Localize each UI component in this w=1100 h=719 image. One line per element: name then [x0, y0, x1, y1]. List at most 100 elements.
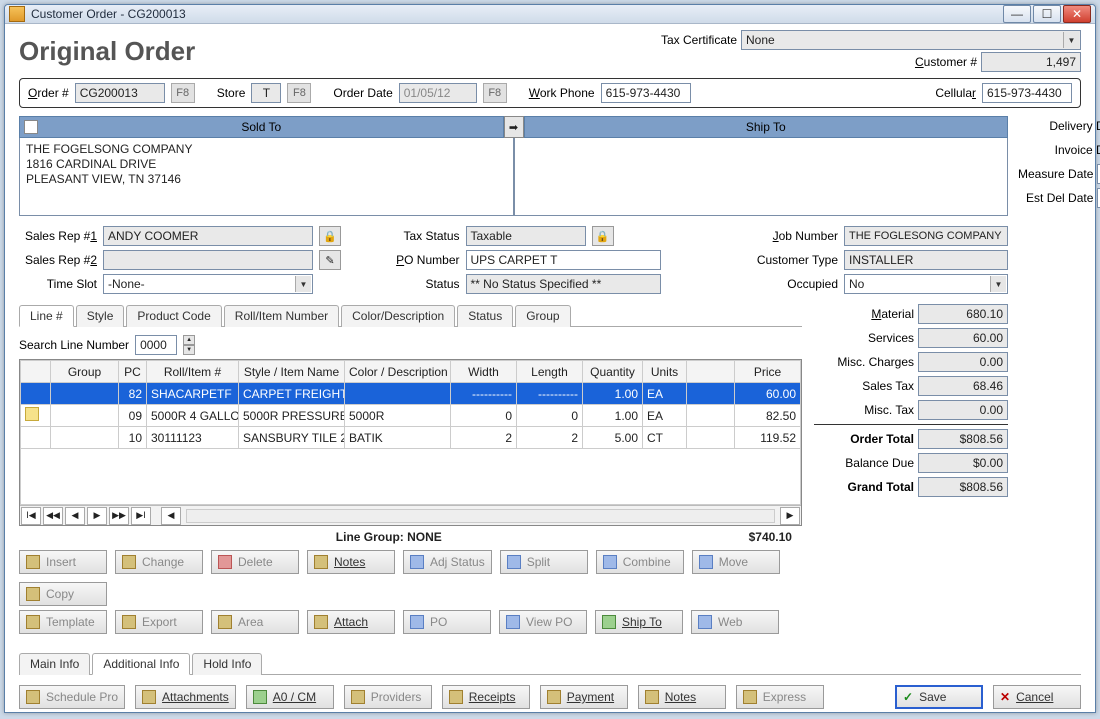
a0-cm-button[interactable]: A0 / CM	[246, 685, 334, 709]
col-group[interactable]: Group	[51, 361, 119, 383]
area-button[interactable]: Area	[211, 610, 299, 634]
copy-button[interactable]: Copy	[19, 582, 107, 606]
search-line-spinner[interactable]: ▲▼	[183, 335, 195, 355]
save-button[interactable]: ✓Save	[895, 685, 983, 709]
nav-last[interactable]: ▶I	[131, 507, 151, 525]
sales-rep2-field[interactable]	[103, 250, 313, 270]
adj-status-button[interactable]: Adj Status	[403, 550, 492, 574]
col-style[interactable]: Style / Item Name	[239, 361, 345, 383]
col-rollitem[interactable]: Roll/Item #	[147, 361, 239, 383]
nav-prev-page[interactable]: ◀◀	[43, 507, 63, 525]
move-button[interactable]: Move	[692, 550, 780, 574]
work-phone-field[interactable]: 615-973-4430	[601, 83, 691, 103]
combine-button[interactable]: Combine	[596, 550, 684, 574]
split-button[interactable]: Split	[500, 550, 588, 574]
col-note[interactable]	[21, 361, 51, 383]
schedule-pro-button[interactable]: Schedule Pro	[19, 685, 125, 709]
providers-button[interactable]: Providers	[344, 685, 432, 709]
tab-hold-info[interactable]: Hold Info	[192, 653, 262, 675]
insert-button[interactable]: Insert	[19, 550, 107, 574]
store-f8[interactable]: F8	[287, 83, 311, 103]
export-button[interactable]: Export	[115, 610, 203, 634]
minimize-button[interactable]: —	[1003, 5, 1031, 23]
po-button[interactable]: PO	[403, 610, 491, 634]
col-qty[interactable]: Quantity	[583, 361, 643, 383]
timeslot-select[interactable]: -None- ▼	[103, 274, 313, 294]
titlebar: Customer Order - CG200013 — ☐ ✕	[5, 5, 1095, 24]
tax-cert-select[interactable]: None ▼	[741, 30, 1081, 50]
cancel-button[interactable]: ✕Cancel	[993, 685, 1081, 709]
attachments-button[interactable]: Attachments	[135, 685, 236, 709]
po-number-field[interactable]: UPS CARPET T	[466, 250, 661, 270]
cellular-field[interactable]: 615-973-4430	[982, 83, 1072, 103]
sales-rep1-label: Sales Rep #1	[19, 229, 97, 243]
line-items-grid[interactable]: Group PC Roll/Item # Style / Item Name C…	[19, 359, 802, 526]
sales-rep2-edit-icon[interactable]: ✎	[319, 250, 341, 270]
close-button[interactable]: ✕	[1063, 5, 1091, 23]
chevron-down-icon[interactable]: ▼	[1063, 32, 1079, 48]
order-num-field[interactable]: CG200013	[75, 83, 165, 103]
notes-button[interactable]: Notes	[307, 550, 395, 574]
sold-to-text[interactable]: THE FOGELSONG COMPANY 1816 CARDINAL DRIV…	[19, 138, 514, 216]
view-po-button[interactable]: View PO	[499, 610, 587, 634]
work-phone-label: Work Phone	[529, 86, 595, 100]
store-field[interactable]: T	[251, 83, 281, 103]
receipts-button[interactable]: Receipts	[442, 685, 530, 709]
col-price[interactable]: Price	[735, 361, 801, 383]
tab-additional-info[interactable]: Additional Info	[92, 653, 190, 675]
sales-rep2-label: Sales Rep #2	[19, 253, 97, 267]
web-button[interactable]: Web	[691, 610, 779, 634]
occupied-select[interactable]: No ▼	[844, 274, 1008, 294]
col-width[interactable]: Width	[451, 361, 517, 383]
customer-type-field[interactable]: INSTALLER	[844, 250, 1008, 270]
job-number-field[interactable]: THE FOGLESONG COMPANY	[844, 226, 1008, 246]
nav-prev[interactable]: ◀	[65, 507, 85, 525]
maximize-button[interactable]: ☐	[1033, 5, 1061, 23]
chevron-down-icon[interactable]: ▼	[990, 276, 1006, 292]
lock-icon[interactable]	[24, 120, 38, 134]
nav-first[interactable]: I◀	[21, 507, 41, 525]
template-button[interactable]: Template	[19, 610, 107, 634]
order-num-f8[interactable]: F8	[171, 83, 195, 103]
footer-notes-button[interactable]: Notes	[638, 685, 726, 709]
col-color[interactable]: Color / Description	[345, 361, 451, 383]
search-line-field[interactable]: 0000	[135, 335, 177, 355]
col-pc[interactable]: PC	[119, 361, 147, 383]
tax-status-lookup-icon[interactable]: 🔒	[592, 226, 614, 246]
tab-style[interactable]: Style	[76, 305, 125, 327]
tab-status[interactable]: Status	[457, 305, 513, 327]
order-date-field[interactable]: 01/05/12	[399, 83, 477, 103]
tab-product-code[interactable]: Product Code	[126, 305, 221, 327]
tab-roll-item[interactable]: Roll/Item Number	[224, 305, 339, 327]
sales-rep1-field[interactable]: ANDY COOMER	[103, 226, 313, 246]
nav-next[interactable]: ▶	[87, 507, 107, 525]
nav-next-page[interactable]: ▶▶	[109, 507, 129, 525]
tab-group[interactable]: Group	[515, 305, 570, 327]
order-date-f8[interactable]: F8	[483, 83, 507, 103]
tax-status-field[interactable]: Taxable	[466, 226, 586, 246]
table-row[interactable]: 82SHACARPETFCARPET FREIGHT LE-----------…	[21, 383, 801, 405]
customer-num-field[interactable]: 1,497	[981, 52, 1081, 72]
status-field[interactable]: ** No Status Specified **	[466, 274, 661, 294]
shipto-button[interactable]: Ship To	[595, 610, 683, 634]
change-button[interactable]: Change	[115, 550, 203, 574]
hscroll-track[interactable]	[186, 509, 775, 523]
copy-address-button[interactable]: ➡	[504, 116, 524, 138]
col-blank[interactable]	[687, 361, 735, 383]
payment-button[interactable]: Payment	[540, 685, 628, 709]
tab-main-info[interactable]: Main Info	[19, 653, 90, 675]
table-row[interactable]: 1030111123SANSBURY TILE 2X2BATIK225.00CT…	[21, 427, 801, 449]
hscroll-left[interactable]: ◀	[161, 507, 181, 525]
chevron-down-icon[interactable]: ▼	[295, 276, 311, 292]
express-button[interactable]: Express	[736, 685, 824, 709]
col-length[interactable]: Length	[517, 361, 583, 383]
ship-to-text[interactable]	[514, 138, 1009, 216]
table-row[interactable]: 095000R 4 GALLON5000R PRESSURE SEI5000R0…	[21, 405, 801, 427]
col-units[interactable]: Units	[643, 361, 687, 383]
delete-button[interactable]: Delete	[211, 550, 299, 574]
tab-line-num[interactable]: Line #	[19, 305, 74, 327]
tab-color-desc[interactable]: Color/Description	[341, 305, 455, 327]
attach-button[interactable]: Attach	[307, 610, 395, 634]
hscroll-right[interactable]: ▶	[780, 507, 800, 525]
sales-rep1-lookup-icon[interactable]: 🔒	[319, 226, 341, 246]
